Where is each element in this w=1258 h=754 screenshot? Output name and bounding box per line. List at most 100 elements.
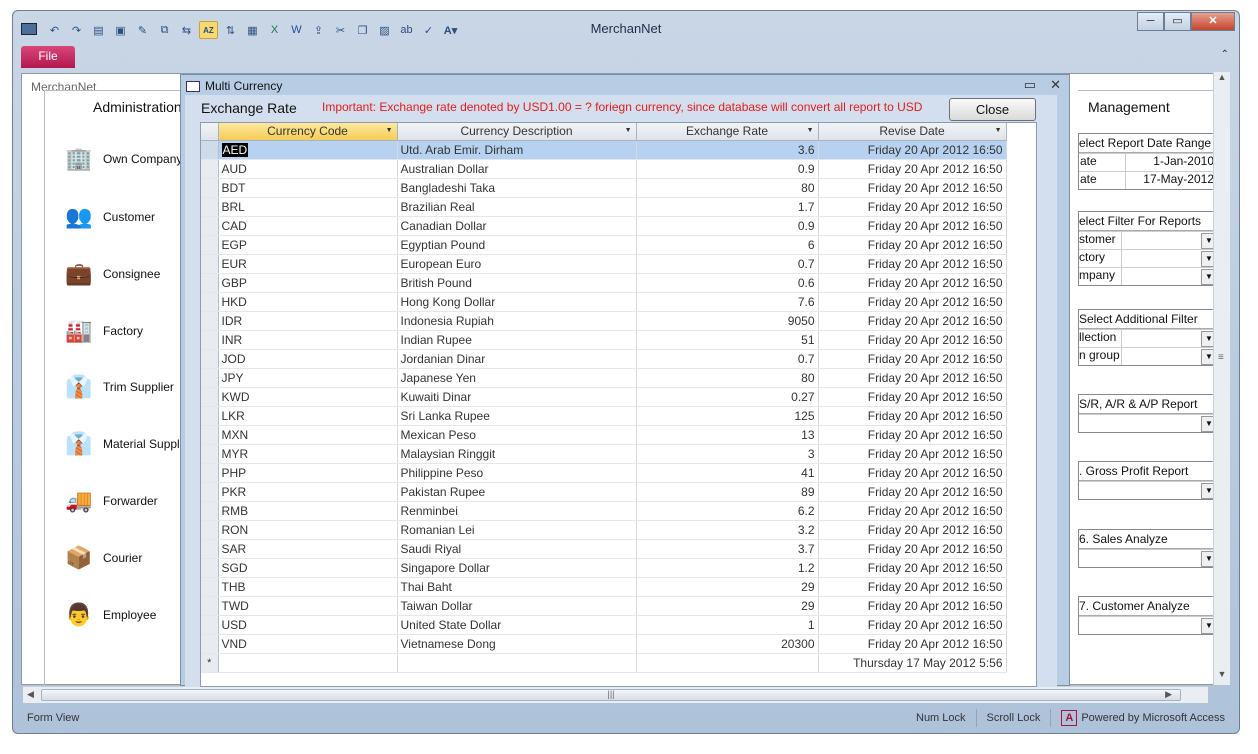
exchange-rate-cell[interactable]: 29 <box>636 596 819 616</box>
row-selector[interactable] <box>201 558 219 578</box>
row-selector[interactable] <box>201 216 219 236</box>
currency-description-cell[interactable]: United State Dollar <box>397 615 637 635</box>
currency-description-cell[interactable]: Indonesia Rupiah <box>397 311 637 331</box>
admin-item-consignee[interactable]: 💼 Consignee <box>63 258 160 290</box>
revise-date-cell[interactable]: Friday 20 Apr 2012 16:50 <box>818 273 1007 293</box>
revise-date-cell[interactable]: Friday 20 Apr 2012 16:50 <box>818 349 1007 369</box>
exchange-rate-cell[interactable]: 1.2 <box>636 558 819 578</box>
revise-date-cell[interactable]: Friday 20 Apr 2012 16:50 <box>818 159 1007 179</box>
currency-code-cell[interactable]: USD <box>218 615 398 635</box>
currency-code-cell[interactable]: GBP <box>218 273 398 293</box>
row-selector[interactable] <box>201 634 219 654</box>
table-row[interactable]: SAR Saudi Riyal 3.7 Friday 20 Apr 2012 16:5… <box>201 539 1007 559</box>
currency-code-cell[interactable]: INR <box>218 330 398 350</box>
currency-code-cell[interactable]: VND <box>218 634 398 654</box>
currency-description-cell[interactable]: Canadian Dollar <box>397 216 637 236</box>
revise-date-cell[interactable]: Friday 20 Apr 2012 16:50 <box>818 539 1007 559</box>
currency-description-cell[interactable] <box>397 653 637 673</box>
new-record-marker[interactable]: * <box>201 653 219 673</box>
currency-code-cell[interactable]: SAR <box>218 539 398 559</box>
admin-item-customer[interactable]: 👥 Customer <box>63 201 155 233</box>
table-row[interactable]: GBP British Pound 0.6 Friday 20 Apr 2012 16… <box>201 273 1007 293</box>
revise-date-cell[interactable]: Thursday 17 May 2012 5:56 <box>818 653 1007 673</box>
horizontal-scrollbar[interactable]: ◀ ||| ▶ <box>23 686 1208 703</box>
currency-description-cell[interactable]: Vietnamese Dong <box>397 634 637 654</box>
collection-filter-dropdown[interactable] <box>1121 330 1218 347</box>
row-selector-header[interactable] <box>201 123 219 141</box>
currency-code-cell[interactable]: JPY <box>218 368 398 388</box>
exchange-rate-cell[interactable]: 1.7 <box>636 197 819 217</box>
scroll-right-icon[interactable]: ▶ <box>1165 689 1172 700</box>
filter-dropdown-icon[interactable]: ▼ <box>625 127 632 134</box>
admin-item-trim-supplier[interactable]: 👔 Trim Supplier <box>63 371 174 403</box>
currency-code-cell[interactable]: AED <box>218 140 398 160</box>
currency-code-cell[interactable]: LKR <box>218 406 398 426</box>
currency-description-cell[interactable]: Jordanian Dinar <box>397 349 637 369</box>
currency-description-cell[interactable]: Australian Dollar <box>397 159 637 179</box>
row-selector[interactable] <box>201 463 219 483</box>
revise-date-cell[interactable]: Friday 20 Apr 2012 16:50 <box>818 577 1007 597</box>
currency-description-cell[interactable]: Egyptian Pound <box>397 235 637 255</box>
admin-item-courier[interactable]: 📦 Courier <box>63 542 142 574</box>
table-row[interactable]: EGP Egyptian Pound 6 Friday 20 Apr 2012 16:… <box>201 235 1007 255</box>
currency-code-cell[interactable]: BDT <box>218 178 398 198</box>
filter-dropdown-icon[interactable]: ▼ <box>386 127 393 134</box>
table-row[interactable]: BRL Brazilian Real 1.7 Friday 20 Apr 2012 1… <box>201 197 1007 217</box>
minimize-button[interactable]: ─ <box>1137 12 1164 31</box>
admin-item-employee[interactable]: 👨 Employee <box>63 599 156 631</box>
currency-code-cell[interactable]: PKR <box>218 482 398 502</box>
row-selector[interactable] <box>201 349 219 369</box>
close-button[interactable]: Close <box>949 98 1036 121</box>
new-record-row[interactable]: * Thursday 17 May 2012 5:56 <box>201 653 1007 673</box>
currency-description-cell[interactable]: Malaysian Ringgit <box>397 444 637 464</box>
exchange-rate-cell[interactable]: 89 <box>636 482 819 502</box>
currency-code-cell[interactable]: AUD <box>218 159 398 179</box>
currency-code-cell[interactable]: SGD <box>218 558 398 578</box>
table-row[interactable]: KWD Kuwaiti Dinar 0.27 Friday 20 Apr 2012 1… <box>201 387 1007 407</box>
currency-code-cell[interactable]: TWD <box>218 596 398 616</box>
row-selector[interactable] <box>201 501 219 521</box>
currency-code-cell[interactable]: PHP <box>218 463 398 483</box>
revise-date-cell[interactable]: Friday 20 Apr 2012 16:50 <box>818 216 1007 236</box>
currency-description-cell[interactable]: Bangladeshi Taka <box>397 178 637 198</box>
revise-date-cell[interactable]: Friday 20 Apr 2012 16:50 <box>818 235 1007 255</box>
row-selector[interactable] <box>201 425 219 445</box>
revise-date-cell[interactable]: Friday 20 Apr 2012 16:50 <box>818 311 1007 331</box>
currency-code-cell[interactable]: CAD <box>218 216 398 236</box>
row-selector[interactable] <box>201 615 219 635</box>
table-row[interactable]: MYR Malaysian Ringgit 3 Friday 20 Apr 2012 … <box>201 444 1007 464</box>
close-button[interactable]: ✕ <box>1191 12 1235 31</box>
currency-code-cell[interactable]: IDR <box>218 311 398 331</box>
row-selector[interactable] <box>201 235 219 255</box>
exchange-rate-cell[interactable]: 0.7 <box>636 349 819 369</box>
exchange-rate-cell[interactable]: 9050 <box>636 311 819 331</box>
table-row[interactable]: PHP Philippine Peso 41 Friday 20 Apr 2012 1… <box>201 463 1007 483</box>
table-row[interactable]: AED Utd. Arab Emir. Dirham 3.6 Friday 20 Ap… <box>201 140 1007 160</box>
revise-date-cell[interactable]: Friday 20 Apr 2012 16:50 <box>818 425 1007 445</box>
currency-description-cell[interactable]: Philippine Peso <box>397 463 637 483</box>
revise-date-cell[interactable]: Friday 20 Apr 2012 16:50 <box>818 482 1007 502</box>
company-filter-dropdown[interactable] <box>1121 268 1218 285</box>
table-row[interactable]: MXN Mexican Peso 13 Friday 20 Apr 2012 16:5… <box>201 425 1007 445</box>
report-dropdown[interactable] <box>1079 549 1218 567</box>
currency-description-cell[interactable]: Sri Lanka Rupee <box>397 406 637 426</box>
currency-description-cell[interactable]: Thai Baht <box>397 577 637 597</box>
currency-description-cell[interactable]: Pakistan Rupee <box>397 482 637 502</box>
revise-date-cell[interactable]: Friday 20 Apr 2012 16:50 <box>818 463 1007 483</box>
row-selector[interactable] <box>201 444 219 464</box>
revise-date-cell[interactable]: Friday 20 Apr 2012 16:50 <box>818 140 1007 160</box>
exchange-rate-cell[interactable]: 51 <box>636 330 819 350</box>
table-row[interactable]: JOD Jordanian Dinar 0.7 Friday 20 Apr 2012 … <box>201 349 1007 369</box>
currency-description-cell[interactable]: Mexican Peso <box>397 425 637 445</box>
revise-date-cell[interactable]: Friday 20 Apr 2012 16:50 <box>818 501 1007 521</box>
exchange-rate-cell[interactable]: 125 <box>636 406 819 426</box>
row-selector[interactable] <box>201 577 219 597</box>
revise-date-cell[interactable]: Friday 20 Apr 2012 16:50 <box>818 634 1007 654</box>
currency-description-cell[interactable]: Japanese Yen <box>397 368 637 388</box>
table-row[interactable]: VND Vietnamese Dong 20300 Friday 20 Apr 201… <box>201 634 1007 654</box>
table-row[interactable]: RON Romanian Lei 3.2 Friday 20 Apr 2012 16:… <box>201 520 1007 540</box>
revise-date-cell[interactable]: Friday 20 Apr 2012 16:50 <box>818 615 1007 635</box>
ribbon-collapse-icon[interactable]: ⌃ <box>1221 49 1229 60</box>
revise-date-cell[interactable]: Friday 20 Apr 2012 16:50 <box>818 254 1007 274</box>
exchange-rate-cell[interactable]: 6.2 <box>636 501 819 521</box>
